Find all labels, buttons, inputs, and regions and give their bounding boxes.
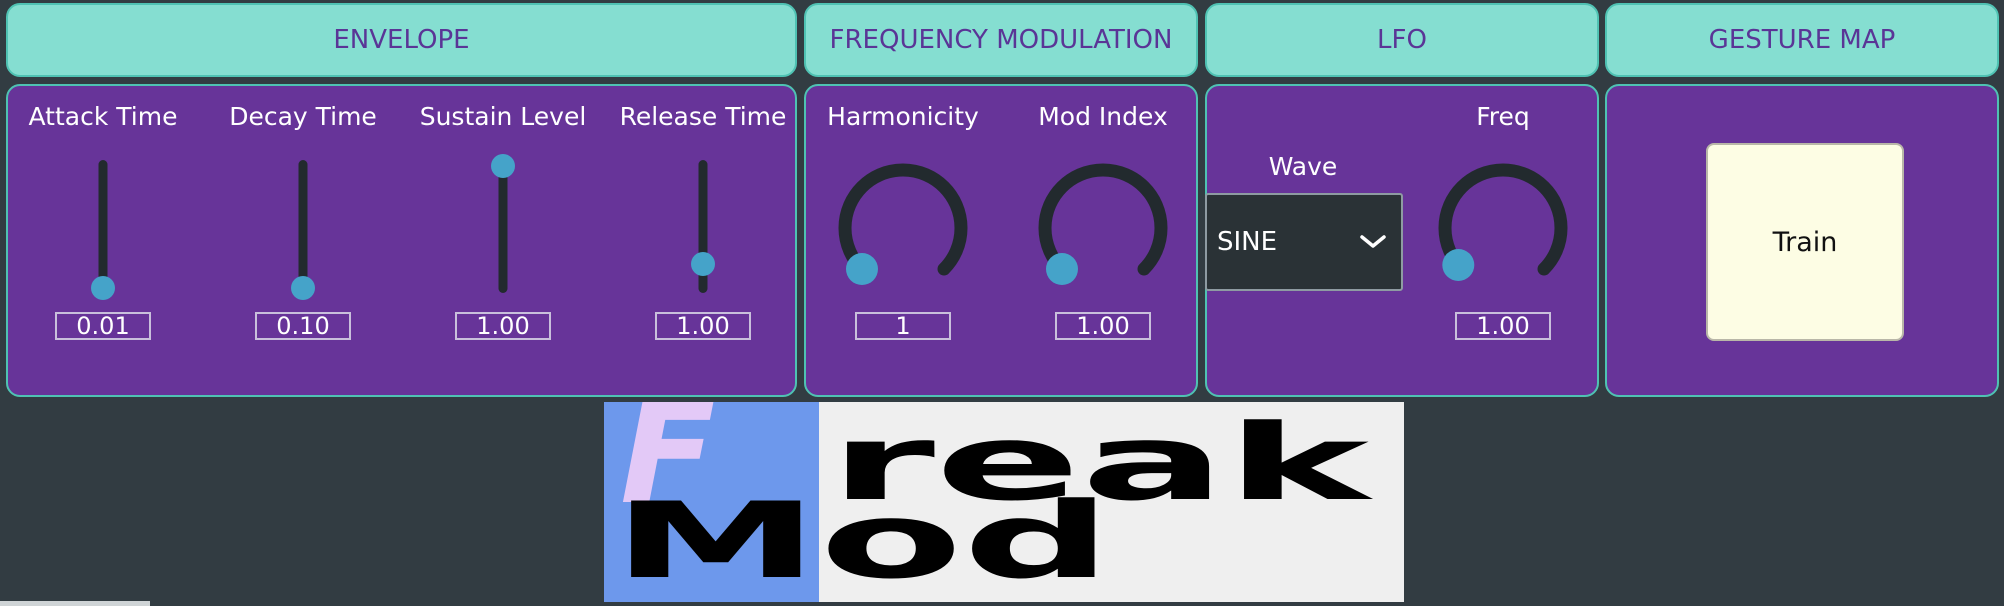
decay-value[interactable]: 0.10 [255,312,351,340]
knob-thumb [1442,248,1475,281]
train-button[interactable]: Train [1706,143,1904,341]
sustain-slider-track[interactable] [498,160,508,293]
knob-thumb [1045,253,1078,286]
freq-knob[interactable] [1423,148,1583,308]
knob-thumb [845,253,878,286]
bottom-strip [0,601,150,606]
release-value[interactable]: 1.00 [655,312,751,340]
sustain-slider-thumb[interactable] [491,154,515,178]
harmonicity-knob[interactable] [823,148,983,308]
mod-index-label: Mod Index [1038,102,1168,131]
release-label: Release Time [619,102,787,131]
decay-slider-thumb[interactable] [291,276,315,300]
lfo-header: LFO [1205,3,1599,77]
mod-index-knob[interactable] [1023,148,1183,308]
envelope-title: ENVELOPE [333,25,470,55]
freq-label: Freq [1476,102,1530,131]
envelope-header: ENVELOPE [6,3,797,77]
wave-select[interactable]: SINE [1205,193,1403,291]
decay-label: Decay Time [229,102,377,131]
logo-line2: Mod [612,480,1112,602]
attack-value[interactable]: 0.01 [55,312,151,340]
chevron-down-icon [1360,235,1386,248]
gesture-header: GESTURE MAP [1605,3,1999,77]
wave-label: Wave [1268,152,1338,181]
train-button-label: Train [1772,226,1838,258]
sustain-label: Sustain Level [419,102,587,131]
sustain-value[interactable]: 1.00 [455,312,551,340]
lfo-title: LFO [1377,25,1427,55]
decay-slider-track[interactable] [298,160,308,293]
gesture-title: GESTURE MAP [1708,25,1896,55]
wave-select-value: SINE [1217,227,1278,257]
attack-slider-thumb[interactable] [91,276,115,300]
harmonicity-value[interactable]: 1 [855,312,951,340]
attack-slider-track[interactable] [98,160,108,293]
mod-index-value[interactable]: 1.00 [1055,312,1151,340]
release-slider-thumb[interactable] [691,251,715,276]
attack-label: Attack Time [28,102,178,131]
freakmod-logo: F reak Mod [604,402,1404,602]
harmonicity-label: Harmonicity [827,102,979,131]
freq-value[interactable]: 1.00 [1455,312,1551,340]
fm-title: FREQUENCY MODULATION [829,25,1173,55]
fm-header: FREQUENCY MODULATION [804,3,1198,77]
